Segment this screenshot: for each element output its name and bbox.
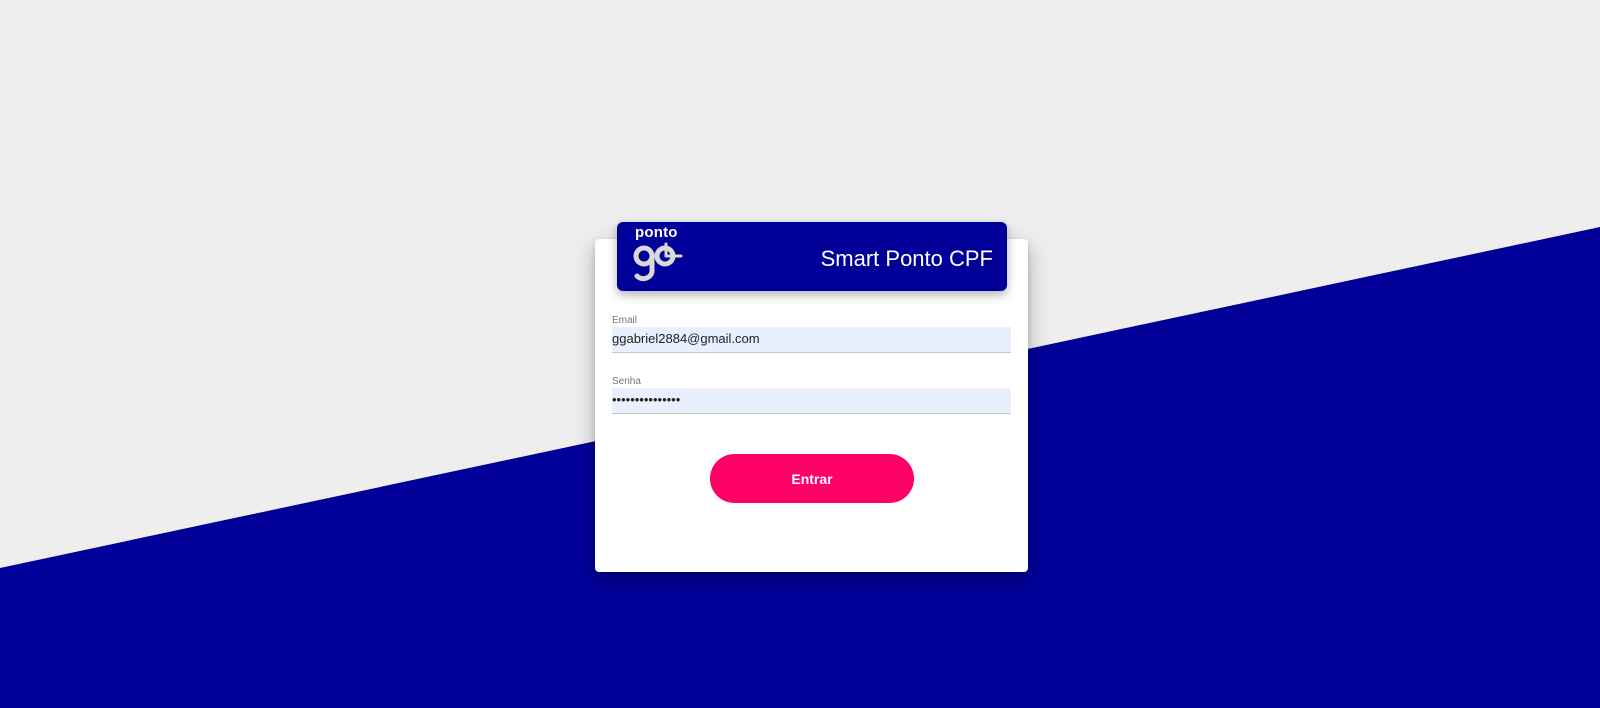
password-input[interactable] — [612, 388, 1011, 414]
app-title: Smart Ponto CPF — [820, 246, 993, 271]
login-button[interactable]: Entrar — [710, 454, 914, 503]
email-field-group: Email — [612, 314, 1011, 353]
login-form: Email Senha — [612, 314, 1011, 436]
logo-text: ponto — [635, 224, 678, 241]
ponto-go-logo-icon — [633, 242, 683, 282]
login-page: ponto Smart Ponto CPF Email Senha Entrar — [0, 0, 1600, 708]
password-label: Senha — [612, 376, 641, 387]
email-label: Email — [612, 315, 638, 326]
password-field-group: Senha — [612, 375, 1011, 414]
email-input[interactable] — [612, 327, 1011, 353]
card-header: ponto Smart Ponto CPF — [617, 222, 1007, 291]
